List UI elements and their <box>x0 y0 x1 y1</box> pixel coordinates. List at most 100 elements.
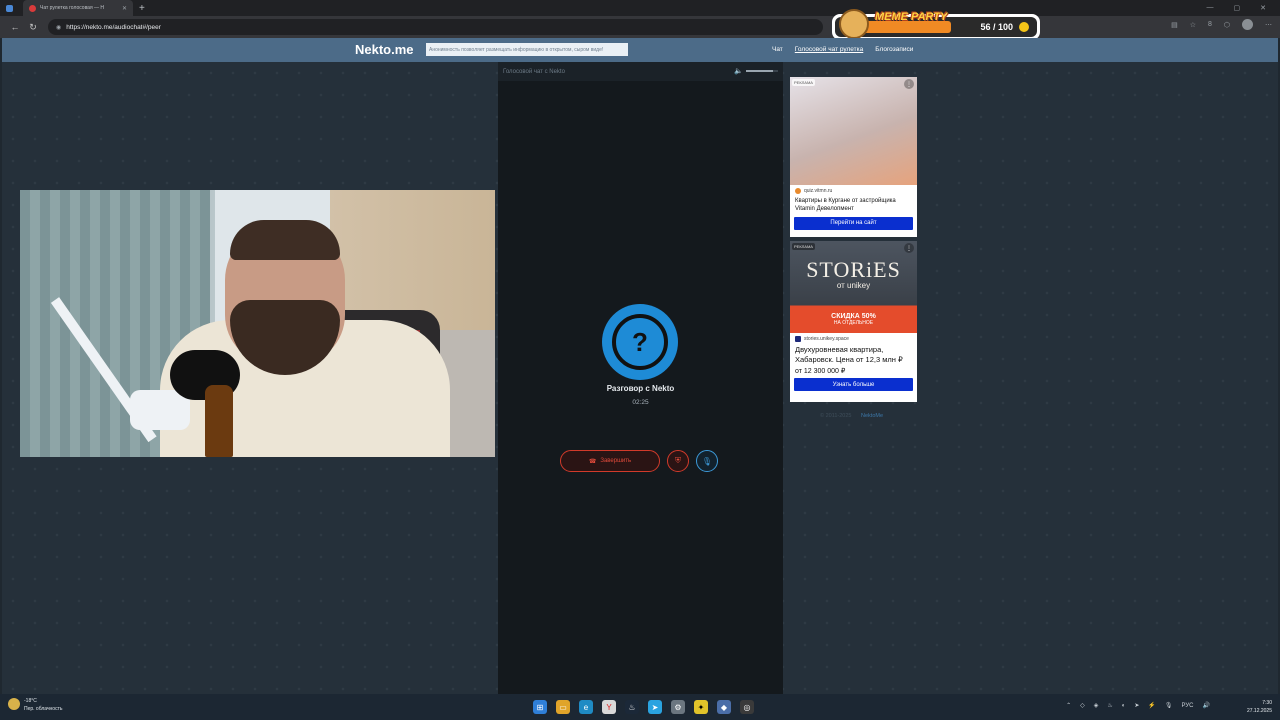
overlay-panel: MEME PARTY 56 / 100 <box>835 9 1037 39</box>
weather-description: Пер. облачность <box>24 705 63 712</box>
extensions-icon[interactable]: ⬡ <box>1224 21 1230 29</box>
profile-avatar[interactable] <box>1242 19 1253 30</box>
overlay-title: MEME PARTY <box>875 11 948 23</box>
browser-toolbar-icons: ▤ ☆ 8 ⬡ ⋯ <box>1171 19 1272 30</box>
tray-app-icon[interactable]: ◇ <box>1080 702 1085 709</box>
app-icon[interactable]: ◆ <box>717 700 731 714</box>
webcam-feed <box>20 190 495 457</box>
volume-slider[interactable]: 🔈 <box>734 67 778 75</box>
minimize-icon[interactable]: — <box>1207 4 1214 12</box>
ad-favicon-icon <box>795 188 801 194</box>
ad-cta-button[interactable]: Перейти на сайт <box>794 216 913 230</box>
url-field[interactable]: ◉ https://nekto.me/audiochat#/peer <box>48 19 823 35</box>
tray-app-icon[interactable]: ◈ <box>1094 702 1099 709</box>
menu-dots-icon[interactable]: ⋯ <box>1265 21 1272 29</box>
ad-price: от 12 300 000 ₽ <box>795 368 846 376</box>
window-controls: — ▢ ✕ <box>1207 4 1280 12</box>
weather-icon <box>8 698 20 710</box>
microphone-tray-icon[interactable]: 🎙 <box>1165 702 1173 709</box>
volume-tray-icon[interactable]: 🔊 <box>1203 702 1210 709</box>
tab-active[interactable]: Чат рулетка голосовая — Н ✕ <box>23 0 133 16</box>
telegram-icon[interactable]: ➤ <box>648 700 662 714</box>
date: 27.12.2025 <box>1246 707 1272 714</box>
extensions-count[interactable]: 8 <box>1208 21 1212 28</box>
app-icon[interactable]: ✦ <box>694 700 708 714</box>
tray-app-icon[interactable]: ◐ <box>1122 703 1126 709</box>
ad-cta-button[interactable]: Узнать больше <box>794 378 913 392</box>
time: 7:30 <box>1262 700 1272 706</box>
ad-favicon-icon <box>795 336 801 342</box>
ad-card[interactable]: РЕКЛАМА ⋮ STORiES от unikey СКИДКА 50% Н… <box>790 241 917 402</box>
peer-name: Разговор с Nekto <box>606 384 675 393</box>
yandex-browser-icon[interactable]: Y <box>602 700 616 714</box>
system-tray: ⌃ ◇ ◈ ♨ ◐ ➤ ⚡ 🎙 РУС 🔊 <box>1066 702 1210 710</box>
bottle <box>205 385 233 457</box>
steam-tray-icon[interactable]: ♨ <box>1107 702 1112 709</box>
volume-track[interactable] <box>745 70 778 72</box>
reload-icon[interactable]: ↻ <box>24 22 42 33</box>
ad-title[interactable]: Квартиры в Кургане от застройщика Vitami… <box>790 194 917 214</box>
edge-icon[interactable]: e <box>579 700 593 714</box>
ad-brand-sub: от unikey <box>836 281 871 290</box>
tab-other[interactable] <box>0 0 23 16</box>
nav-link-blog[interactable]: Блогозаписи <box>875 46 913 53</box>
microphone-icon: 🎙 <box>701 456 713 466</box>
ad-title[interactable]: Двухуровневая квартира, Хабаровск. Цена … <box>790 342 917 365</box>
reading-mode-icon[interactable]: ▤ <box>1171 21 1178 29</box>
ad-image[interactable]: РЕКЛАМА ⋮ <box>790 77 917 185</box>
language-indicator[interactable]: РУС <box>1182 703 1194 709</box>
new-tab-button[interactable]: + <box>139 3 145 14</box>
obs-icon[interactable]: ◎ <box>740 700 754 714</box>
ad-discount: СКИДКА 50% НА ОТДЕЛЬНОЕ <box>790 313 917 326</box>
nav-link-voice-chat[interactable]: Голосовой чат рулетка <box>795 46 863 53</box>
streamer-hair <box>230 220 340 260</box>
chevron-up-icon[interactable]: ⌃ <box>1066 702 1071 709</box>
meme-party-overlay: MEME PARTY 56 / 100 <box>832 9 1040 40</box>
end-call-label: Завершить <box>600 458 632 464</box>
settings-gear-icon[interactable]: ⚙ <box>671 700 685 714</box>
ad-menu-icon[interactable]: ⋮ <box>904 243 914 253</box>
coin-icon <box>1019 22 1029 32</box>
close-window-icon[interactable]: ✕ <box>1260 4 1266 12</box>
call-timer: 02:25 <box>632 399 649 406</box>
overlay-score: 56 / 100 <box>980 22 1013 32</box>
ad-discount-sub: НА ОТДЕЛЬНОЕ <box>833 320 874 326</box>
browser-tab-bar: Чат рулетка голосовая — Н ✕ + — ▢ ✕ <box>0 0 1280 16</box>
voice-chat-panel: Голосовой чат с Nekto 🔈 ? Разговор с Nek… <box>498 62 783 694</box>
ad-domain[interactable]: stories.unikey.space <box>790 333 917 342</box>
site-notice: Анонимность позволяет размещать информац… <box>426 43 628 56</box>
back-icon[interactable]: ← <box>6 22 24 32</box>
site-info-icon[interactable]: ◉ <box>56 24 61 31</box>
ad-discount-text: СКИДКА 50% <box>831 313 876 320</box>
chat-header-title: Голосовой чат с Nekto <box>503 68 565 75</box>
close-tab-icon[interactable]: ✕ <box>122 5 127 12</box>
ad-label: РЕКЛАМА <box>792 79 815 86</box>
mute-mic-button[interactable]: 🎙 <box>696 450 718 472</box>
footer-link[interactable]: NektoMe <box>861 413 883 419</box>
site-footer: © 2011-2025 NektoMe <box>820 413 883 419</box>
volume-icon[interactable]: 🔈 <box>734 67 743 75</box>
maximize-icon[interactable]: ▢ <box>1234 4 1241 12</box>
nav-link-chat[interactable]: Чат <box>772 46 783 53</box>
doge-icon <box>839 9 869 39</box>
weather-widget[interactable]: -18°C Пер. облачность <box>8 698 62 713</box>
end-call-button[interactable]: ☎ Завершить <box>560 450 660 472</box>
start-icon[interactable]: ⊞ <box>533 700 547 714</box>
site-nav: Чат Голосовой чат рулетка Блогозаписи <box>772 46 913 53</box>
ad-menu-icon[interactable]: ⋮ <box>904 79 914 89</box>
file-explorer-icon[interactable]: ▭ <box>556 700 570 714</box>
ad-card[interactable]: РЕКЛАМА ⋮ quiz.vitmn.ru Квартиры в Курга… <box>790 77 917 237</box>
ad-domain-text: quiz.vitmn.ru <box>804 188 833 194</box>
ad-domain[interactable]: quiz.vitmn.ru <box>790 185 917 194</box>
bookmark-star-icon[interactable]: ☆ <box>1190 21 1196 29</box>
steam-icon[interactable]: ♨ <box>625 700 639 714</box>
ad-image[interactable]: РЕКЛАМА ⋮ STORiES от unikey СКИДКА 50% Н… <box>790 241 917 333</box>
telegram-tray-icon[interactable]: ➤ <box>1134 702 1139 709</box>
taskbar-apps: ⊞ ▭ e Y ♨ ➤ ⚙ ✦ ◆ ◎ <box>533 700 754 714</box>
ad-domain-text: stories.unikey.space <box>804 336 849 342</box>
site-logo[interactable]: Nekto.me <box>355 42 414 57</box>
tab-favicon-icon <box>6 4 13 12</box>
report-button[interactable]: ⛨ <box>667 450 689 472</box>
clock[interactable]: 7:30 27.12.2025 <box>1247 700 1272 715</box>
tray-app-icon[interactable]: ⚡ <box>1148 702 1155 709</box>
